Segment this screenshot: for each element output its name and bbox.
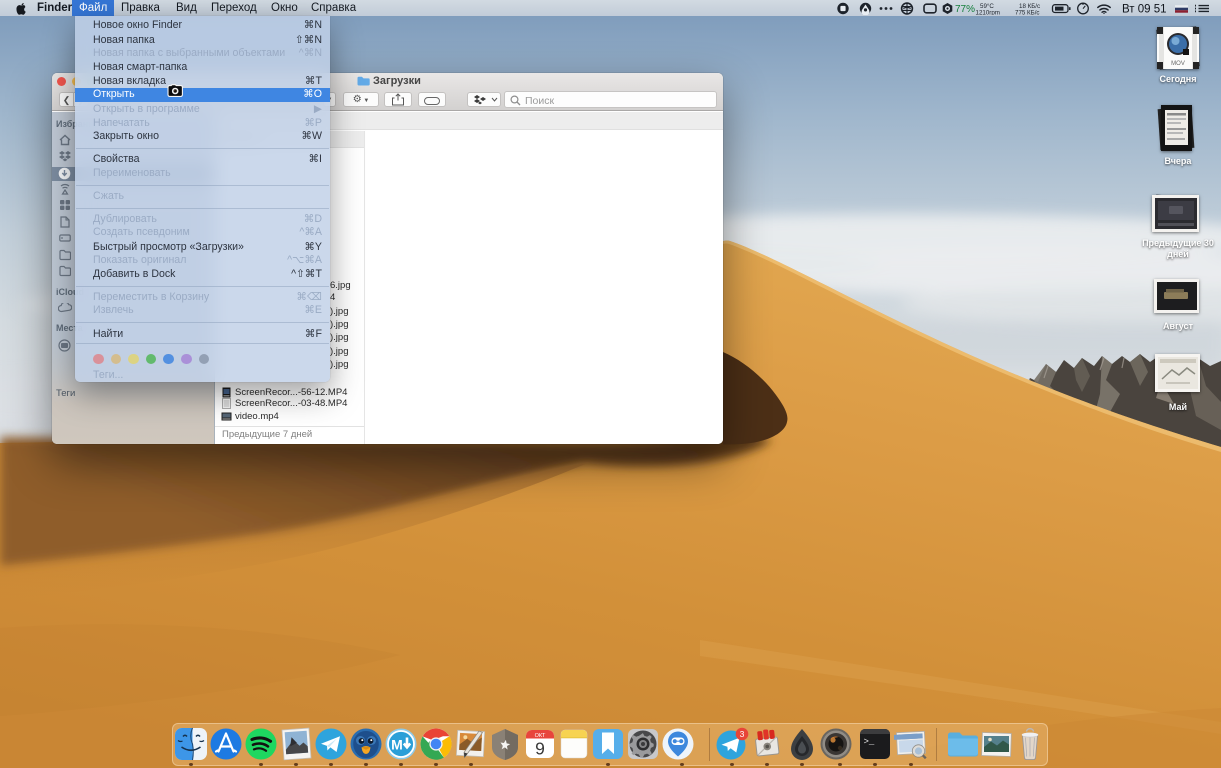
svg-text:M: M [391, 737, 403, 753]
svg-text:MOV: MOV [1171, 61, 1185, 67]
svg-text:775 КБ/с: 775 КБ/с [1015, 9, 1040, 15]
svg-text:1210rpm: 1210rpm [976, 9, 1000, 15]
svg-text:77%: 77% [955, 4, 975, 15]
svg-text:Вт 09 51: Вт 09 51 [1122, 4, 1167, 16]
svg-text:9: 9 [535, 739, 545, 759]
svg-text:3: 3 [740, 729, 745, 739]
svg-text:>_: >_ [864, 737, 875, 747]
